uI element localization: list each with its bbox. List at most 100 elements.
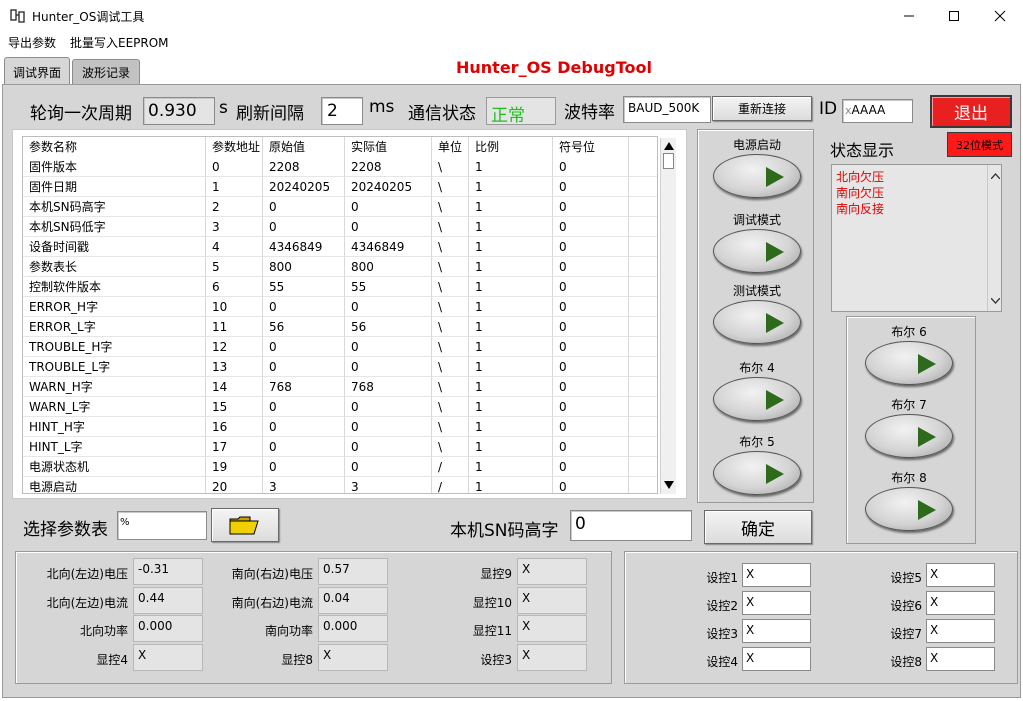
scroll-thumb[interactable]: [663, 153, 674, 169]
sn-high-input[interactable]: 0: [570, 510, 692, 541]
table-cell: 55: [263, 277, 345, 297]
table-cell: 0: [263, 217, 345, 237]
table-cell: 768: [263, 377, 345, 397]
control-label: 设控3: [706, 627, 738, 641]
table-cell: 55: [345, 277, 432, 297]
tab-waveform[interactable]: 波形记录: [72, 59, 140, 84]
table-cell: 0: [553, 157, 629, 177]
table-row[interactable]: 参数表长 5 800 800 \ 1 0: [23, 257, 657, 277]
control-input[interactable]: X: [742, 647, 811, 671]
table-row[interactable]: 固件日期 1 20240205 20240205 \ 1 0: [23, 177, 657, 197]
readout-value: 0.000: [133, 615, 203, 642]
col-header-addr: 参数地址: [206, 137, 263, 157]
col-header-actual: 实际值: [345, 137, 432, 157]
table-cell: WARN_L字: [23, 397, 206, 417]
bool-toggle-button[interactable]: [713, 300, 801, 344]
table-row[interactable]: HINT_H字 16 0 0 \ 1 0: [23, 417, 657, 437]
table-cell: 0: [553, 437, 629, 457]
bool-toggle-button[interactable]: [865, 414, 953, 458]
scroll-down-icon[interactable]: [664, 481, 674, 489]
table-cell: \: [432, 157, 469, 177]
table-cell: 1: [469, 417, 553, 437]
table-cell: 0: [553, 317, 629, 337]
table-row[interactable]: WARN_L字 15 0 0 \ 1 0: [23, 397, 657, 417]
control-input[interactable]: X: [742, 591, 811, 615]
close-icon: [994, 10, 1006, 22]
sn-high-label: 本机SN码高字: [450, 521, 559, 541]
status-scrollbar[interactable]: [987, 165, 1002, 311]
bool-toggle-button[interactable]: [713, 377, 801, 421]
table-row[interactable]: 控制软件版本 6 55 55 \ 1 0: [23, 277, 657, 297]
poll-period-label: 轮询一次周期: [30, 104, 132, 124]
mode-32bit-button[interactable]: 32位模式: [947, 132, 1012, 157]
control-input[interactable]: X: [926, 591, 995, 615]
readout-value: 0.57: [318, 558, 388, 585]
control-input[interactable]: X: [742, 619, 811, 643]
table-row[interactable]: 设备时间戳 4 4346849 4346849 \ 1 0: [23, 237, 657, 257]
baud-label: 波特率: [564, 103, 615, 123]
bool-label: 布尔 4: [739, 361, 775, 375]
readout-value: X: [318, 644, 388, 671]
bool-toggle-button[interactable]: [713, 229, 801, 273]
refresh-interval-label: 刷新间隔: [236, 104, 304, 124]
control-input[interactable]: X: [926, 619, 995, 643]
table-cell: 0: [553, 417, 629, 437]
table-row[interactable]: 电源启动 20 3 3/1 0: [23, 477, 657, 493]
status-item: 南向反接: [836, 202, 885, 216]
tab-debug[interactable]: 调试界面: [4, 57, 70, 86]
table-row[interactable]: 电源状态机 19 0 0/1 0: [23, 457, 657, 477]
menu-batch-write-eeprom[interactable]: 批量写入EEPROM: [70, 34, 169, 51]
refresh-interval-input[interactable]: 2: [321, 97, 363, 125]
control-input[interactable]: X: [926, 647, 995, 671]
maximize-button[interactable]: [931, 0, 977, 32]
scroll-down-icon[interactable]: [991, 298, 1000, 304]
bool-toggle-button[interactable]: [865, 487, 953, 531]
table-cell: [629, 477, 657, 493]
table-cell: [629, 297, 657, 317]
close-button[interactable]: [977, 0, 1023, 32]
scroll-up-icon[interactable]: [664, 142, 674, 150]
table-cell: 固件版本: [23, 157, 206, 177]
table-row[interactable]: HINT_L字 17 0 0 \ 1 0: [23, 437, 657, 457]
param-table-path-input[interactable]: %: [117, 511, 207, 540]
bool-toggle-button[interactable]: [713, 154, 801, 198]
exit-button[interactable]: 退出: [930, 95, 1012, 128]
table-row[interactable]: TROUBLE_H字 12 0 0 \ 1 0: [23, 337, 657, 357]
table-row[interactable]: ERROR_L字 11 56 56 \ 1 0: [23, 317, 657, 337]
table-row[interactable]: 固件版本 0 2208 2208 \ 1 0: [23, 157, 657, 177]
table-row[interactable]: ERROR_H字 10 0 0 \ 1 0: [23, 297, 657, 317]
table-cell: [629, 277, 657, 297]
bool-toggle-button[interactable]: [865, 341, 953, 385]
table-cell: 800: [345, 257, 432, 277]
control-input[interactable]: X: [926, 563, 995, 587]
scroll-up-icon[interactable]: [991, 173, 1000, 179]
table-row[interactable]: TROUBLE_L字 13 0 0 \ 1 0: [23, 357, 657, 377]
table-cell: 2208: [263, 157, 345, 177]
control-input[interactable]: X: [742, 563, 811, 587]
menu-export-params[interactable]: 导出参数: [8, 34, 56, 51]
led-indicator-icon: [918, 427, 936, 447]
led-indicator-icon: [766, 464, 784, 484]
baud-select[interactable]: BAUD_500K: [623, 96, 711, 123]
table-row[interactable]: WARN_H字 14 768 768 \ 1 0: [23, 377, 657, 397]
led-indicator-icon: [766, 167, 784, 187]
reconnect-button[interactable]: 重新连接: [712, 96, 812, 121]
table-cell: 本机SN码低字: [23, 217, 206, 237]
table-scrollbar[interactable]: [660, 138, 676, 494]
table-cell: 1: [469, 297, 553, 317]
id-input[interactable]: xAAAA: [842, 99, 913, 123]
table-cell: 0: [345, 397, 432, 417]
table-row[interactable]: 本机SN码低字 3 0 0 \ 1 0: [23, 217, 657, 237]
table-row[interactable]: 本机SN码高字 2 0 0 \ 1 0: [23, 197, 657, 217]
minimize-button[interactable]: [886, 0, 932, 32]
table-cell: 本机SN码高字: [23, 197, 206, 217]
table-cell: 768: [345, 377, 432, 397]
status-item: 北向欠压: [836, 170, 885, 184]
browse-folder-button[interactable]: [211, 508, 279, 542]
table-cell: 固件日期: [23, 177, 206, 197]
bool-label: 电源启动: [732, 138, 781, 152]
confirm-button[interactable]: 确定: [704, 510, 812, 544]
poll-unit: s: [219, 98, 228, 118]
bool-toggle-button[interactable]: [713, 451, 801, 495]
table-cell: 控制软件版本: [23, 277, 206, 297]
